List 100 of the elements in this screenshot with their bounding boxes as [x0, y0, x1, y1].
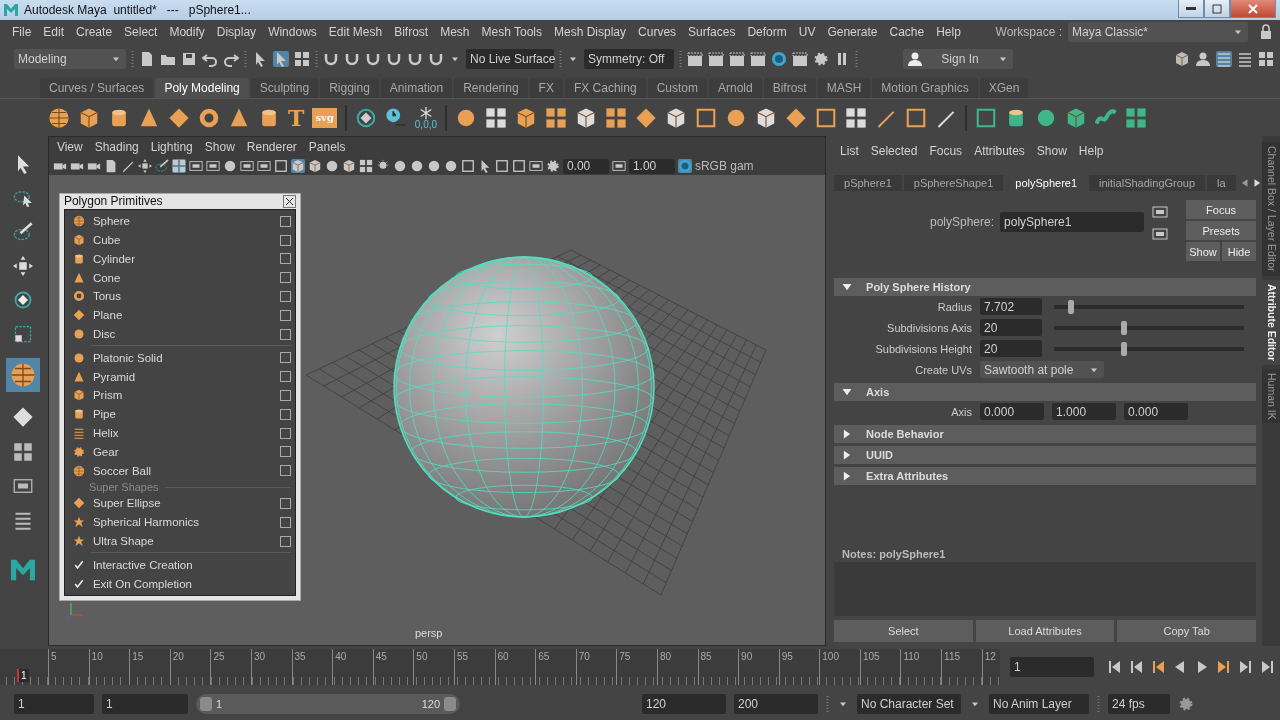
frame-icon[interactable]	[256, 159, 271, 173]
square-icon[interactable]	[494, 159, 509, 173]
redo-icon[interactable]	[223, 51, 239, 67]
square-icon[interactable]	[460, 159, 475, 173]
shelf-tab[interactable]: XGen	[979, 78, 1029, 98]
menu-item[interactable]: Edit	[37, 25, 71, 39]
torus-icon[interactable]	[198, 106, 220, 129]
current-frame-field[interactable]: 1	[1010, 657, 1094, 677]
range-end-field[interactable]: 120	[642, 694, 726, 714]
primitive-item[interactable]: Plane	[92, 309, 272, 322]
primitive-item[interactable]: Ultra Shape	[92, 535, 272, 547]
checkbox[interactable]	[279, 290, 291, 302]
cone-icon[interactable]	[138, 106, 160, 129]
checkbox[interactable]	[279, 215, 291, 227]
close-button[interactable]	[282, 194, 296, 208]
rotate-icon[interactable]	[354, 106, 377, 129]
range-start-field[interactable]: 1	[102, 694, 188, 714]
footer-button[interactable]: Copy Tab	[1117, 620, 1257, 642]
diamond-icon[interactable]	[168, 106, 190, 129]
clapperboard-icon[interactable]	[687, 51, 703, 67]
shelf-tab[interactable]: Sculpting	[250, 78, 319, 98]
primitive-item[interactable]: Super Ellipse	[92, 497, 272, 510]
primitive-item[interactable]: Disc	[92, 328, 272, 341]
end-frame-field[interactable]: 200	[734, 694, 818, 714]
primitive-item[interactable]: Torus	[92, 290, 272, 303]
skip-icon[interactable]	[1216, 659, 1232, 675]
checkbox[interactable]	[279, 427, 291, 439]
magnet-icon[interactable]	[407, 51, 423, 67]
minimize-button[interactable]	[1178, 0, 1204, 18]
grid-icon[interactable]	[485, 106, 508, 129]
checkbox[interactable]	[279, 446, 291, 458]
circle-icon[interactable]	[426, 159, 441, 173]
primitive-item[interactable]: Soccer Ball	[92, 464, 272, 477]
menu-item[interactable]: Mesh	[434, 25, 476, 39]
value-field[interactable]: 0.000	[980, 403, 1045, 420]
square-icon[interactable]	[273, 159, 288, 173]
brush-icon[interactable]	[154, 159, 169, 173]
checkbox[interactable]	[279, 371, 291, 383]
checkbox[interactable]	[279, 516, 291, 528]
menu-item[interactable]: Renderer	[240, 140, 303, 154]
menu-item[interactable]: Panels	[302, 140, 352, 154]
circle-icon[interactable]	[443, 159, 458, 173]
shelf-tab[interactable]: Curves / Surfaces	[40, 78, 154, 98]
skip-back-icon[interactable]	[1150, 659, 1166, 675]
grid-icon[interactable]	[171, 159, 186, 173]
skip-back-icon[interactable]	[1106, 659, 1122, 675]
pen-icon[interactable]	[120, 159, 135, 173]
clapperboard-icon[interactable]	[729, 51, 745, 67]
menu-item[interactable]: Selected	[864, 144, 924, 158]
menu-item[interactable]: Surfaces	[682, 25, 742, 39]
cube-icon[interactable]	[307, 159, 322, 173]
shelf-tab[interactable]: Motion Graphics	[872, 78, 978, 98]
toggle-icon[interactable]	[677, 159, 692, 173]
slider-handle[interactable]	[200, 697, 212, 711]
checkbox[interactable]	[279, 389, 291, 401]
slider-thumb[interactable]	[1121, 320, 1128, 335]
frame-icon[interactable]	[1152, 226, 1169, 242]
menu-item[interactable]: UV	[792, 25, 822, 39]
shelf-tab[interactable]: Bifrost	[763, 78, 816, 98]
frame-icon[interactable]	[611, 159, 626, 173]
square-icon[interactable]	[905, 106, 928, 129]
slider-thumb[interactable]	[1121, 341, 1128, 356]
checkbox[interactable]	[279, 497, 291, 509]
diamond-icon[interactable]	[11, 406, 34, 428]
magnet-icon[interactable]	[323, 51, 339, 67]
panel-button[interactable]: Show	[1186, 242, 1221, 261]
checkbox[interactable]	[279, 234, 291, 246]
clapperboard-icon[interactable]	[792, 51, 808, 67]
sign-in-dropdown[interactable]: Sign In	[903, 49, 1013, 69]
menu-item[interactable]: Curves	[632, 25, 683, 39]
uv-dropdown[interactable]: Sawtooth at pole	[980, 361, 1105, 378]
clapperboard-icon[interactable]	[708, 51, 724, 67]
primitive-item[interactable]: Prism	[92, 389, 272, 402]
skip-icon[interactable]	[1260, 659, 1276, 675]
gear-icon[interactable]	[813, 51, 829, 67]
menu-item[interactable]: Mesh Display	[548, 25, 633, 39]
brush-icon[interactable]	[12, 222, 33, 242]
node-tab[interactable]: la	[1207, 175, 1236, 191]
time-slider[interactable]: 5 10 15 20 25 30 35 40 45 50 55 60 65 70 75 80 85 90 95 100 105 110 115 12 1	[0, 649, 1000, 685]
slider-handle[interactable]	[444, 697, 456, 711]
option-label[interactable]: Exit On Completion	[92, 577, 291, 590]
grid-icon[interactable]	[545, 106, 568, 129]
shelf-tab[interactable]: MASH	[817, 78, 871, 98]
cone-icon[interactable]	[228, 106, 250, 129]
checkbox[interactable]	[279, 465, 291, 477]
footer-button[interactable]: Select	[834, 620, 973, 642]
panel-button[interactable]: Presets	[1186, 221, 1257, 240]
value-field[interactable]: 7.702	[980, 298, 1043, 315]
primitive-item[interactable]: Helix	[92, 427, 272, 439]
node-tab[interactable]: initialShadingGroup	[1089, 175, 1206, 191]
value-field[interactable]: 0.000	[1124, 403, 1189, 420]
menu-item[interactable]: Display	[210, 25, 263, 39]
diamond-icon[interactable]	[635, 106, 658, 129]
rotate-icon[interactable]	[12, 290, 33, 310]
frame-icon[interactable]	[12, 476, 33, 496]
toggle-icon[interactable]	[771, 51, 787, 67]
magnet-icon[interactable]	[365, 51, 381, 67]
side-tab[interactable]: Human IK	[1262, 368, 1280, 424]
symmetry-field[interactable]: Symmetry: Off	[584, 49, 674, 69]
square-icon[interactable]	[815, 106, 838, 129]
